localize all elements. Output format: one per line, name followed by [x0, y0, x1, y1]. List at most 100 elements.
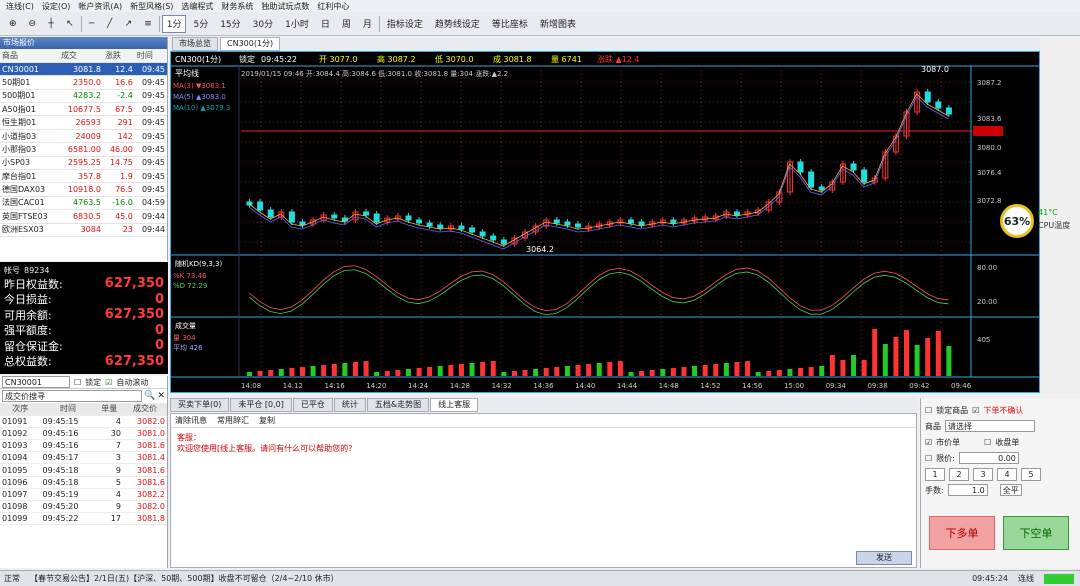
market-row[interactable]: 小道指03 24009 142 09:45	[0, 129, 167, 144]
limit-price-input[interactable]: 0.00	[958, 452, 1019, 464]
period-4[interactable]: 1小时	[280, 15, 314, 33]
market-row[interactable]: A50指01 10677.5 67.5 09:45	[0, 102, 167, 117]
market-row[interactable]: 摩台指01 357.8 1.9 09:45	[0, 169, 167, 184]
buy-long-button[interactable]: 下多单	[929, 516, 995, 550]
market-row[interactable]: 恒生期01 26593 291 09:45	[0, 115, 167, 130]
chat-tool-0[interactable]: 清除讯息	[175, 415, 207, 426]
close-order-radio[interactable]: ☐	[984, 438, 991, 447]
limit-radio[interactable]: ☐	[925, 454, 932, 463]
trade-row[interactable]: 01093 09:45:16 7 3081.6	[0, 439, 167, 453]
chat-tool-1[interactable]: 常用辞汇	[217, 415, 249, 426]
period-1[interactable]: 5分	[188, 15, 213, 33]
ray-icon[interactable]: ↗	[120, 15, 138, 33]
menu-item-2[interactable]: 帐户资讯(A)	[78, 1, 122, 12]
market-header-0[interactable]: 商品	[0, 49, 59, 63]
trade-header-2[interactable]: 单量	[95, 403, 123, 416]
market-order-radio[interactable]: ☑	[925, 438, 932, 447]
period-3[interactable]: 30分	[248, 15, 278, 33]
price-tick: 3072.8	[977, 197, 1002, 205]
search-icon[interactable]: 🔍	[144, 391, 155, 401]
symbol-select[interactable]: CN30001	[2, 376, 70, 388]
period-7[interactable]: 月	[358, 15, 377, 33]
toolbar-button-3[interactable]: 新增图表	[535, 15, 581, 33]
market-cell: 10677.5	[58, 102, 103, 117]
trade-row[interactable]: 01098 09:45:20 9 3082.0	[0, 500, 167, 514]
bottom-tab-5[interactable]: 线上客服	[430, 398, 479, 412]
trade-row[interactable]: 01099 09:45:22 17 3081.8	[0, 512, 167, 526]
lock-checkbox[interactable]: ☐	[74, 378, 81, 387]
trade-header-3[interactable]: 成交价	[122, 403, 167, 416]
price-search-input[interactable]: 成交价搜寻	[2, 390, 143, 402]
numkey-button[interactable]: 2	[949, 467, 969, 481]
toolbar-button-1[interactable]: 趋势线设定	[430, 15, 485, 33]
trade-header-0[interactable]: 次序	[0, 403, 41, 416]
crosshair-icon[interactable]: ┼	[43, 15, 59, 33]
period-0[interactable]: 1分	[161, 14, 187, 33]
qty-input[interactable]: 1.0	[947, 484, 988, 496]
no-confirm-checkbox[interactable]: ☑	[972, 406, 979, 415]
auto-scroll-checkbox[interactable]: ☑	[105, 378, 112, 387]
market-row[interactable]: 500期01 4283.2 -2.4 09:45	[0, 89, 167, 104]
menu-item-5[interactable]: 财务系统	[221, 1, 253, 12]
market-row[interactable]: 欧洲ESX03 3084 23 09:44	[0, 223, 167, 237]
zoom-out-icon[interactable]: ⊖	[24, 15, 42, 33]
trade-row[interactable]: 01096 09:45:18 5 3081.6	[0, 476, 167, 489]
sell-short-button[interactable]: 下空单	[1003, 516, 1069, 550]
trade-row[interactable]: 01092 09:45:16 30 3081.0	[0, 427, 167, 441]
chart-tab-0[interactable]: 市场总览	[172, 37, 218, 51]
menu-item-3[interactable]: 新型风格(S)	[130, 1, 173, 12]
numkey-button[interactable]: 4	[997, 467, 1017, 481]
market-row[interactable]: 英国FTSE03 6830.5 45.0 09:44	[0, 209, 167, 224]
market-row[interactable]: 小SP03 2595.25 14.75 09:45	[0, 156, 167, 171]
toolbar-button-2[interactable]: 等比座标	[487, 15, 533, 33]
toolbar-button-0[interactable]: 指标设定	[382, 15, 428, 33]
chart-tab-1[interactable]: CN300(1分)	[220, 37, 281, 51]
menu-item-4[interactable]: 选编程式	[181, 1, 213, 12]
period-2[interactable]: 15分	[215, 15, 245, 33]
trade-row[interactable]: 01094 09:45:17 3 3081.4	[0, 451, 167, 465]
volume-bar	[490, 361, 496, 376]
market-row[interactable]: 法国CAC01 4763.5 -16.0 04:59	[0, 196, 167, 211]
trade-row[interactable]: 01095 09:45:18 9 3081.6	[0, 463, 167, 477]
channel-icon[interactable]: ≡	[139, 15, 157, 33]
market-row[interactable]: 德国DAX03 10918.0 76.5 09:45	[0, 182, 167, 197]
volume-bar	[575, 365, 581, 376]
send-button[interactable]: 发送	[856, 551, 912, 565]
market-cell: 67.5	[102, 102, 135, 117]
market-cell: 09:45	[134, 182, 167, 197]
trade-header-1[interactable]: 时间	[40, 403, 96, 416]
trade-row[interactable]: 01097 09:45:19 4 3082.2	[0, 488, 167, 502]
period-6[interactable]: 周	[337, 15, 356, 33]
trade-row[interactable]: 01091 09:45:15 4 3082.0	[0, 415, 167, 428]
chat-tool-2[interactable]: 复制	[259, 415, 275, 426]
ma-label: MA(10) ▲3079.3	[173, 104, 230, 112]
bottom-tab-3[interactable]: 统计	[333, 398, 366, 412]
menu-item-0[interactable]: 连线(C)	[6, 1, 34, 12]
bottom-tab-0[interactable]: 买卖下单(0)	[170, 398, 230, 412]
market-header-2[interactable]: 涨跌	[102, 49, 135, 63]
menu-item-7[interactable]: 红利中心	[317, 1, 349, 12]
kline-chart[interactable]: CN300(1分) 锁定 09:45:22 开 3077.0 高 3087.2 低 307…	[170, 51, 1040, 393]
line-icon[interactable]: ─	[84, 15, 100, 33]
product-select[interactable]: 请选择	[945, 420, 1035, 432]
numkey-button[interactable]: 1	[925, 467, 945, 481]
market-row[interactable]: 小那指03 6581.00 46.00 09:45	[0, 142, 167, 157]
close-icon[interactable]: ✕	[157, 391, 165, 401]
period-5[interactable]: 日	[316, 15, 335, 33]
menu-item-6[interactable]: 独助试玩点数	[261, 1, 309, 12]
market-header-3[interactable]: 时间	[134, 49, 167, 63]
slash-icon[interactable]: ╱	[102, 15, 118, 33]
bottom-tab-1[interactable]: 未平仓 [0,0]	[230, 398, 292, 412]
numkey-button[interactable]: 5	[1021, 467, 1041, 481]
bottom-tab-2[interactable]: 已平仓	[292, 398, 333, 412]
zoom-in-icon[interactable]: ⊕	[4, 15, 22, 33]
menu-item-1[interactable]: 设定(O)	[42, 1, 71, 12]
lock-product-checkbox[interactable]: ☐	[925, 406, 932, 415]
cursor-icon[interactable]: ↖	[61, 15, 79, 33]
market-header-1[interactable]: 成交	[58, 49, 103, 63]
close-all-button[interactable]: 全平	[999, 484, 1022, 496]
numkey-button[interactable]: 3	[973, 467, 993, 481]
bottom-tab-4[interactable]: 五档&走势图	[366, 398, 430, 412]
market-row[interactable]: CN30001 3081.8 12.4 09:45	[0, 62, 167, 77]
market-row[interactable]: 50期01 2350.0 16.6 09:45	[0, 75, 167, 90]
